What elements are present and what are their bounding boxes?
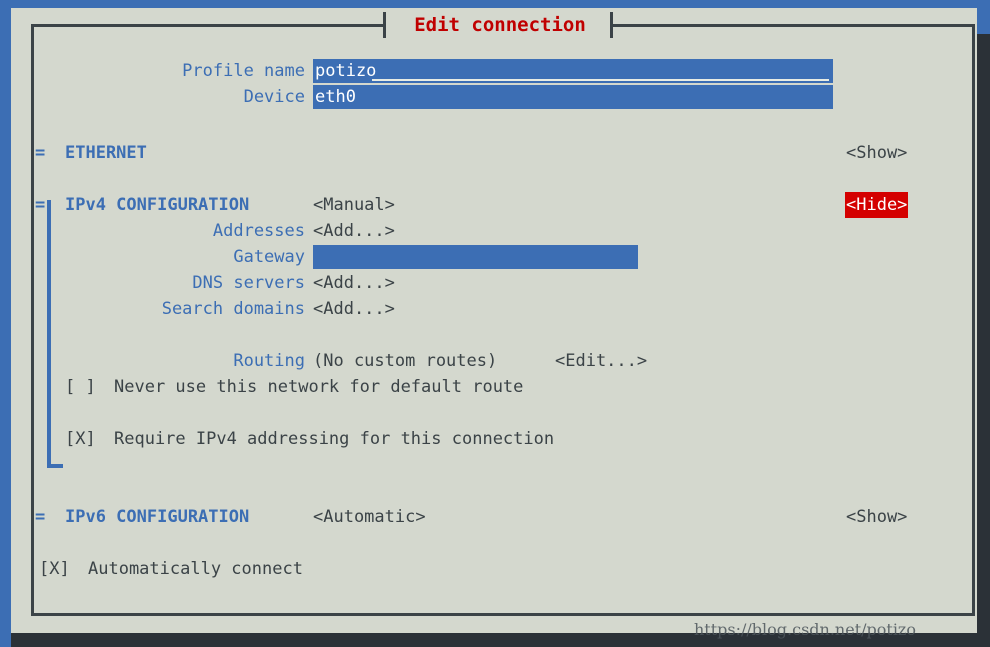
ipv6-section-title: IPv6 CONFIGURATION bbox=[65, 507, 250, 527]
terminal-accent-left bbox=[0, 0, 11, 647]
ipv4-search-domains-add-button[interactable]: <Add...> bbox=[313, 296, 395, 322]
ipv4-search-domains-label: Search domains bbox=[161, 299, 305, 319]
ipv4-method-select[interactable]: <Manual> bbox=[313, 192, 395, 218]
ipv6-method-select[interactable]: <Automatic> bbox=[313, 504, 426, 530]
ipv4-routing-status: (No custom routes) bbox=[313, 351, 498, 371]
profile-name-label: Profile name bbox=[182, 61, 305, 81]
ipv4-section-title: IPv4 CONFIGURATION bbox=[65, 195, 250, 215]
ipv4-addresses-row: Addresses <Add...> bbox=[35, 218, 950, 244]
ipv4-never-default-route-label: Never use this network for default route bbox=[114, 377, 524, 397]
ethernet-show-toggle[interactable]: <Show> bbox=[846, 140, 907, 166]
ipv4-require-addressing-label: Require IPv4 addressing for this connect… bbox=[114, 429, 555, 449]
ipv4-gateway-label: Gateway bbox=[233, 247, 305, 267]
profile-name-row: Profile name potizo bbox=[35, 58, 950, 84]
ipv4-require-addressing-box[interactable]: [X] bbox=[65, 426, 96, 452]
ethernet-section-row[interactable]: = ETHERNET <Show> bbox=[35, 140, 950, 166]
ipv6-collapse-marker-icon: = bbox=[35, 507, 46, 527]
ipv6-show-toggle[interactable]: <Show> bbox=[846, 504, 907, 530]
terminal-accent-top bbox=[0, 0, 990, 8]
ipv4-routing-edit-button[interactable]: <Edit...> bbox=[555, 348, 647, 374]
ipv4-hide-toggle[interactable]: <Hide> bbox=[845, 192, 909, 218]
ipv4-section-row[interactable]: = IPv4 CONFIGURATION <Manual> <Hide> bbox=[35, 192, 950, 218]
dialog-content: Profile name potizo Device eth0 = ETHERN… bbox=[35, 28, 950, 612]
device-label: Device bbox=[243, 87, 305, 107]
watermark-text: https://blog.csdn.net/potizo bbox=[694, 620, 916, 639]
ipv4-never-default-route-checkbox[interactable]: [ ] Never use this network for default r… bbox=[65, 374, 945, 400]
ethernet-section-title: ETHERNET bbox=[65, 143, 147, 163]
profile-name-underline bbox=[372, 79, 829, 81]
device-input[interactable]: eth0 bbox=[313, 85, 833, 109]
automatically-connect-label: Automatically connect bbox=[88, 559, 303, 579]
ipv4-expand-marker-icon: = bbox=[35, 195, 46, 215]
ipv6-section-row[interactable]: = IPv6 CONFIGURATION <Automatic> <Show> bbox=[35, 504, 950, 530]
automatically-connect-box[interactable]: [X] bbox=[39, 556, 70, 582]
ipv4-dns-row: DNS servers <Add...> bbox=[35, 270, 950, 296]
ipv4-gateway-row: Gateway bbox=[35, 244, 950, 270]
automatically-connect-checkbox[interactable]: [X] Automatically connect bbox=[39, 556, 919, 582]
ipv4-routing-label: Routing bbox=[233, 351, 305, 371]
ipv4-addresses-label: Addresses bbox=[212, 221, 305, 241]
device-row: Device eth0 bbox=[35, 84, 950, 110]
ipv4-dns-label: DNS servers bbox=[192, 273, 305, 293]
ipv4-never-default-route-box[interactable]: [ ] bbox=[65, 374, 96, 400]
edit-connection-dialog: Edit connection Profile name potizo Devi… bbox=[11, 8, 977, 622]
ethernet-collapse-marker-icon: = bbox=[35, 143, 46, 163]
ipv4-require-addressing-checkbox[interactable]: [X] Require IPv4 addressing for this con… bbox=[65, 426, 945, 452]
ipv4-dns-add-button[interactable]: <Add...> bbox=[313, 270, 395, 296]
ipv4-tree-bracket-foot bbox=[47, 464, 63, 468]
ipv4-routing-row: Routing (No custom routes) <Edit...> bbox=[35, 348, 950, 374]
terminal-accent-right bbox=[976, 0, 990, 34]
ipv4-search-domains-row: Search domains <Add...> bbox=[35, 296, 950, 322]
ipv4-gateway-input[interactable] bbox=[313, 245, 638, 269]
ipv4-addresses-add-button[interactable]: <Add...> bbox=[313, 218, 395, 244]
terminal-screen: Edit connection Profile name potizo Devi… bbox=[0, 0, 990, 647]
